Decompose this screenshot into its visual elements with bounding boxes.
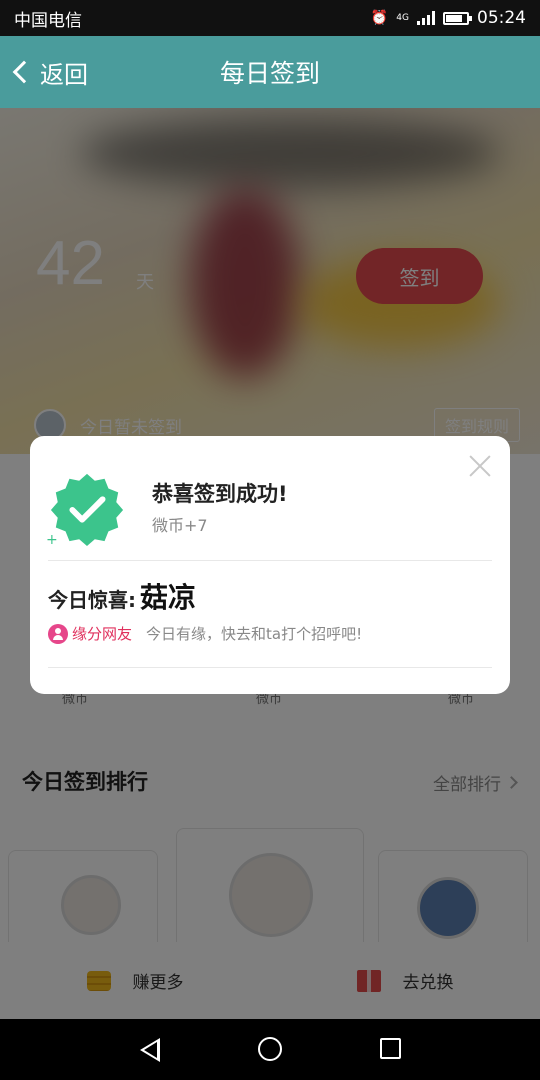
- network-type-label: 4G: [396, 13, 409, 23]
- friend-suggestion-row[interactable]: 缘分网友 今日有缘，快去和ta打个招呼吧!: [48, 623, 362, 644]
- carrier-label: 中国电信: [14, 10, 82, 31]
- page-title: 每日签到: [219, 59, 320, 88]
- system-nav-bar: [0, 1019, 540, 1080]
- reward-amount: 微币+7: [152, 516, 208, 535]
- checkin-success-dialog: + 恭喜签到成功! 微币+7 今日惊喜: 菇凉 缘分网友 今日有缘，快去和ta打…: [30, 436, 510, 694]
- status-icons: ⏰ 4G 05:24: [371, 8, 526, 28]
- daily-surprise: 今日惊喜: 菇凉: [48, 576, 196, 616]
- sparkle-icon: +: [46, 532, 58, 548]
- home-circle-icon[interactable]: [258, 1037, 282, 1061]
- battery-icon: [443, 11, 472, 25]
- clock: 05:24: [477, 8, 526, 28]
- divider: [48, 667, 492, 668]
- divider: [48, 560, 492, 561]
- friend-tag: 缘分网友: [72, 625, 133, 643]
- recent-apps-icon[interactable]: [380, 1038, 401, 1059]
- status-bar: 中国电信 ⏰ 4G 05:24: [0, 0, 540, 36]
- verified-badge-icon: [50, 473, 124, 547]
- dialog-title: 恭喜签到成功!: [152, 482, 288, 506]
- back-triangle-icon[interactable]: [140, 1038, 160, 1062]
- close-icon[interactable]: [468, 454, 492, 478]
- alarm-icon: ⏰: [370, 10, 389, 26]
- surprise-user-name[interactable]: 菇凉: [140, 576, 196, 616]
- nav-bar: 返回 每日签到: [0, 36, 540, 108]
- signal-icon: [417, 11, 435, 25]
- user-icon: [48, 623, 68, 644]
- friend-message: 今日有缘，快去和ta打个招呼吧!: [146, 625, 363, 643]
- surprise-label: 今日惊喜:: [48, 588, 136, 612]
